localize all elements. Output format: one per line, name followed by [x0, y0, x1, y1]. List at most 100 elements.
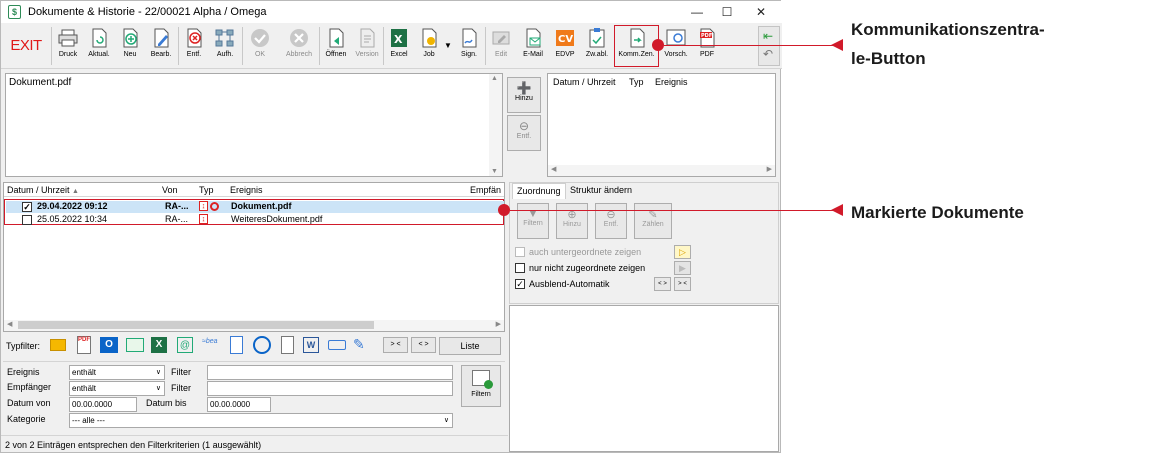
doc-col-recipient[interactable]: Empfän — [470, 185, 501, 195]
edit-doc-button[interactable]: Bearb. — [146, 26, 176, 66]
email-button[interactable]: E-Mail — [518, 26, 548, 66]
delete-button[interactable]: Entf. — [180, 26, 208, 66]
history-col-datetime[interactable]: Datum / Uhrzeit — [553, 77, 616, 87]
date-from-input[interactable]: 00.00.0000 — [69, 397, 137, 412]
document-table-header: Datum / Uhrzeit ▲ Von Typ Ereignis Empfä… — [4, 183, 504, 197]
annotation-arrow-comm — [831, 39, 843, 51]
bea-icon[interactable]: ≈bea — [202, 338, 222, 352]
doc-col-datetime[interactable]: Datum / Uhrzeit ▲ — [7, 185, 79, 195]
recipient-operator-select[interactable]: enthält ∨ — [69, 381, 165, 396]
excel-filter-icon[interactable]: X — [151, 337, 167, 353]
open-button[interactable]: Öffnen — [321, 26, 351, 66]
pdf-icon: ↨ — [199, 214, 208, 224]
chevron-down-icon: ∨ — [155, 385, 161, 392]
filter-assign-button[interactable]: ▼ Filtern — [517, 203, 549, 239]
expand-button[interactable]: < > — [654, 277, 671, 291]
arrow-left-icon[interactable]: ⇤ — [763, 29, 773, 43]
pdf-filter-icon[interactable]: PDF — [77, 336, 91, 354]
doc-col-type[interactable]: Typ — [199, 185, 214, 195]
pen-icon[interactable]: ✎ — [353, 336, 369, 354]
list-button[interactable]: Liste — [439, 337, 501, 355]
date-to-input[interactable]: 00.00.0000 — [207, 397, 271, 412]
word-icon[interactable]: W — [303, 337, 319, 353]
add-button[interactable]: ➕ Hinzu — [507, 77, 541, 113]
check-circle-icon — [251, 29, 269, 47]
svg-text:PDF: PDF — [701, 33, 712, 39]
annotation-line-comm — [664, 45, 839, 46]
document-filter-icon[interactable] — [230, 336, 243, 354]
add-assign-button[interactable]: ⊕ Hinzu — [556, 203, 588, 239]
tab-assignment[interactable]: Zuordnung — [512, 183, 566, 199]
new-label: Neu — [123, 51, 137, 58]
edvp-button[interactable]: CV EDVP — [550, 26, 580, 66]
hierarchy-button[interactable]: Aufh. — [210, 26, 240, 66]
new-button[interactable]: Neu — [116, 26, 144, 66]
table-row[interactable]: ✓ 29.04.2022 09:12 RA-... ↨ Dokument.pdf — [6, 201, 504, 213]
refresh-button[interactable]: Aktual. — [84, 26, 114, 66]
category-select[interactable]: --- alle --- ∨ — [69, 413, 453, 428]
remove-button[interactable]: ⊖ Entf. — [507, 115, 541, 151]
history-scrollbar[interactable]: ◀ ▶ — [548, 165, 775, 176]
globe-icon[interactable] — [253, 336, 271, 354]
filter-button[interactable]: Filtern — [461, 365, 501, 407]
status-ring-icon — [210, 202, 219, 211]
outlook-icon[interactable]: O — [100, 337, 118, 353]
text-doc-icon[interactable] — [281, 336, 294, 354]
history-col-event[interactable]: Ereignis — [655, 77, 688, 87]
row-checkbox[interactable]: ✓ — [22, 202, 32, 212]
collapse-button[interactable]: > < — [674, 277, 691, 291]
cancel-label: Abbrech — [285, 51, 313, 58]
mail-filter-icon[interactable] — [126, 338, 144, 352]
show-sub-checkbox[interactable] — [515, 247, 525, 257]
version-button[interactable]: Version — [352, 26, 382, 66]
scroll-thumb[interactable] — [18, 321, 374, 329]
job-button[interactable]: Job — [415, 26, 443, 66]
pdf-button[interactable]: PDF PDF — [693, 26, 721, 66]
folder-icon[interactable] — [50, 339, 66, 351]
event-filter-input[interactable] — [207, 365, 453, 380]
table-row[interactable]: 25.05.2022 10:34 RA-... ↨ WeiteresDokume… — [6, 214, 504, 226]
history-col-type[interactable]: Typ — [629, 77, 644, 87]
toolbar-separator — [485, 27, 486, 65]
show-unassigned-checkbox[interactable] — [515, 263, 525, 273]
preview-scrollbar[interactable]: ▲ ▼ — [489, 74, 502, 176]
play-gray-icon[interactable]: ▶ — [674, 261, 691, 275]
ok-button[interactable]: OK — [245, 26, 275, 66]
doc-col-from[interactable]: Von — [162, 185, 178, 195]
row-checkbox[interactable] — [22, 215, 32, 225]
close-icon[interactable]: ✕ — [744, 1, 778, 23]
print-button[interactable]: Druck — [54, 26, 82, 66]
sign-button[interactable]: Sign. — [455, 26, 483, 66]
doc-col-event[interactable]: Ereignis — [230, 185, 263, 195]
expand-filter-button[interactable]: < > — [411, 337, 436, 353]
job-dropdown-icon[interactable]: ▼ — [444, 41, 452, 50]
count-button[interactable]: ✎ Zählen — [634, 203, 672, 239]
cancel-button[interactable]: Abbrech — [281, 26, 317, 66]
toolbar-separator — [178, 27, 179, 65]
at-icon[interactable]: @ — [177, 337, 193, 353]
tab-change-structure[interactable]: Struktur ändern — [570, 185, 632, 195]
date-to-label: Datum bis — [146, 398, 187, 408]
excel-button[interactable]: X Excel — [385, 26, 413, 66]
refresh-doc-icon — [92, 28, 107, 48]
event-operator-select[interactable]: enthält ∨ — [69, 365, 165, 380]
clipboard-button[interactable]: Zw.abl. — [582, 26, 612, 66]
minimize-icon[interactable]: — — [680, 1, 714, 23]
ok-label: OK — [254, 51, 266, 58]
preview-button[interactable]: Vorsch. — [661, 26, 691, 66]
auto-hide-checkbox[interactable]: ✓ — [515, 279, 525, 289]
collapse-filter-button[interactable]: > < — [383, 337, 408, 353]
remove-assign-button[interactable]: ⊖ Entf. — [595, 203, 627, 239]
document-table-scrollbar[interactable]: ◀ ▶ — [4, 320, 504, 331]
title-bar: $ Dokumente & Historie - 22/00021 Alpha … — [1, 1, 782, 23]
maximize-icon[interactable]: ☐ — [710, 1, 744, 23]
play-yellow-icon[interactable]: ▷ — [674, 245, 691, 259]
recipient-filter-label: Filter — [171, 383, 191, 393]
version-icon — [360, 28, 375, 48]
exit-button[interactable]: EXIT — [5, 28, 47, 64]
edit-button[interactable]: Edit — [487, 26, 515, 66]
annotation-arrow-marked — [831, 204, 843, 216]
tag-icon[interactable] — [328, 340, 346, 350]
arrow-back-icon[interactable]: ↶ — [763, 47, 773, 61]
recipient-filter-input[interactable] — [207, 381, 453, 396]
